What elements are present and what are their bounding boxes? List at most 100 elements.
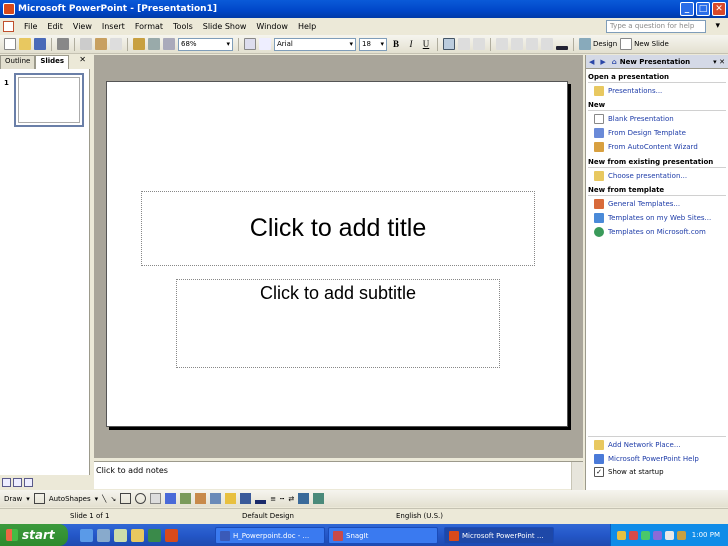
italic-button[interactable]: I	[405, 39, 417, 49]
slide-thumbnail[interactable]	[14, 73, 84, 127]
wordart-icon[interactable]	[165, 493, 177, 504]
volume-icon[interactable]	[665, 530, 674, 540]
menu-tools[interactable]: Tools	[173, 22, 193, 31]
title-placeholder[interactable]: Click to add title	[141, 191, 535, 266]
menu-format[interactable]: Format	[135, 22, 163, 31]
dash-style-icon[interactable]: ┅	[280, 495, 284, 503]
line-style-icon[interactable]: ≡	[270, 495, 276, 503]
draw-dropdown-icon[interactable]: ▾	[26, 495, 30, 503]
3d-icon[interactable]	[313, 493, 325, 504]
fill-color-icon[interactable]	[225, 493, 237, 504]
numbering-icon[interactable]	[496, 38, 508, 50]
print-icon[interactable]	[57, 38, 69, 50]
explorer-icon[interactable]	[97, 528, 110, 542]
align-center-icon[interactable]	[458, 38, 470, 50]
help-icon[interactable]	[244, 38, 256, 50]
notes-placeholder[interactable]: Click to add notes	[96, 466, 168, 475]
paste-icon[interactable]	[95, 38, 107, 50]
subtitle-placeholder[interactable]: Click to add subtitle	[176, 279, 500, 368]
close-pane-icon[interactable]: ✕	[79, 55, 86, 69]
tray-icon-6[interactable]	[677, 530, 686, 540]
new-slide-button[interactable]: New Slide	[620, 38, 669, 50]
menu-edit[interactable]: Edit	[47, 22, 63, 31]
bullets-icon[interactable]	[511, 38, 523, 50]
slide-show-icon[interactable]	[24, 478, 33, 487]
align-right-icon[interactable]	[473, 38, 485, 50]
save-icon[interactable]	[34, 38, 46, 50]
tray-icon-4[interactable]	[653, 530, 662, 540]
insert-table-icon[interactable]	[148, 38, 160, 50]
clipart-icon[interactable]	[195, 493, 207, 504]
close-button[interactable]: ✕	[712, 2, 726, 16]
link-presentations[interactable]: Presentations...	[594, 86, 662, 96]
font-combo[interactable]: Arial	[274, 37, 356, 51]
task-pane-menu-icon[interactable]: ▾ ✕	[713, 58, 725, 66]
open-icon[interactable]	[19, 38, 31, 50]
help-dropdown-icon[interactable]: ▾	[715, 21, 720, 31]
diagram-icon[interactable]	[180, 493, 192, 504]
increase-font-icon[interactable]	[526, 38, 538, 50]
link-microsoft-templates[interactable]: Templates on Microsoft.com	[594, 227, 706, 237]
powerpoint-quicklaunch-icon[interactable]	[165, 528, 178, 542]
font-color-icon[interactable]	[255, 499, 267, 504]
tab-slides[interactable]: Slides	[35, 55, 70, 69]
underline-button[interactable]: U	[420, 39, 432, 49]
align-left-icon[interactable]	[443, 38, 455, 50]
task-word-doc[interactable]: H_Powerpoint.doc - ...	[215, 527, 325, 544]
title-bar[interactable]: Microsoft PowerPoint - [Presentation1] _…	[0, 0, 728, 18]
menu-slide-show[interactable]: Slide Show	[203, 22, 247, 31]
tray-icon-1[interactable]	[617, 530, 626, 540]
menu-insert[interactable]: Insert	[102, 22, 125, 31]
slide-sorter-icon[interactable]	[13, 478, 22, 487]
document-icon[interactable]	[3, 21, 14, 32]
tab-outline[interactable]: Outline	[0, 55, 36, 69]
excel-icon[interactable]	[148, 528, 161, 542]
arrow-icon[interactable]: ↘	[110, 495, 116, 503]
link-autocontent-wizard[interactable]: From AutoContent Wizard	[594, 142, 698, 152]
ie-icon[interactable]	[80, 528, 93, 542]
checkbox-checked-icon[interactable]: ✓	[594, 467, 604, 477]
link-general-templates[interactable]: General Templates...	[594, 199, 680, 209]
picture-icon[interactable]	[210, 493, 222, 504]
line-color-icon[interactable]	[240, 493, 252, 504]
new-icon[interactable]	[4, 38, 16, 50]
back-arrow-icon[interactable]: ◀	[589, 58, 594, 66]
maximize-button[interactable]: □	[696, 2, 710, 16]
arrow-style-icon[interactable]: ⇄	[288, 495, 294, 503]
link-choose-presentation[interactable]: Choose presentation...	[594, 171, 687, 181]
task-powerpoint[interactable]: Microsoft PowerPoint ...	[444, 527, 554, 544]
insert-chart-icon[interactable]	[133, 38, 145, 50]
minimize-button[interactable]: _	[680, 2, 694, 16]
font-size-combo[interactable]: 18	[359, 37, 387, 51]
home-icon[interactable]: ⌂	[612, 58, 617, 66]
menu-window[interactable]: Window	[256, 22, 288, 31]
menu-view[interactable]: View	[73, 22, 92, 31]
notes-pane[interactable]: Click to add notes	[94, 461, 583, 490]
help-search-input[interactable]: Type a question for help	[606, 20, 706, 33]
show-at-startup-checkbox[interactable]: ✓ Show at startup	[594, 467, 664, 477]
notes-scrollbar[interactable]	[571, 462, 583, 490]
select-pointer-icon[interactable]	[33, 493, 45, 504]
desktop-icon[interactable]	[114, 528, 127, 542]
slide-canvas[interactable]: Click to add title Click to add subtitle	[106, 81, 568, 427]
normal-view-icon[interactable]	[2, 478, 11, 487]
powerpoint-app-icon[interactable]	[3, 3, 15, 15]
font-color-icon[interactable]	[556, 46, 568, 50]
bold-button[interactable]: B	[390, 39, 402, 49]
design-button[interactable]: Design	[579, 38, 617, 50]
link-blank-presentation[interactable]: Blank Presentation	[594, 114, 674, 124]
autoshapes-menu[interactable]: AutoShapes	[49, 495, 91, 503]
draw-menu[interactable]: Draw	[4, 495, 22, 503]
grid-icon[interactable]	[163, 38, 175, 50]
link-powerpoint-help[interactable]: Microsoft PowerPoint Help	[594, 454, 699, 464]
decrease-font-icon[interactable]	[541, 38, 553, 50]
autoshapes-dropdown-icon[interactable]: ▾	[95, 495, 99, 503]
menu-help[interactable]: Help	[298, 22, 316, 31]
clock[interactable]: 1:00 PM	[692, 531, 720, 539]
tray-icon-2[interactable]	[629, 530, 638, 540]
link-web-templates[interactable]: Templates on my Web Sites...	[594, 213, 711, 223]
textbox-icon[interactable]	[150, 493, 162, 504]
copy-icon[interactable]	[80, 38, 92, 50]
menu-file[interactable]: File	[24, 22, 37, 31]
start-button[interactable]: start	[0, 524, 68, 546]
